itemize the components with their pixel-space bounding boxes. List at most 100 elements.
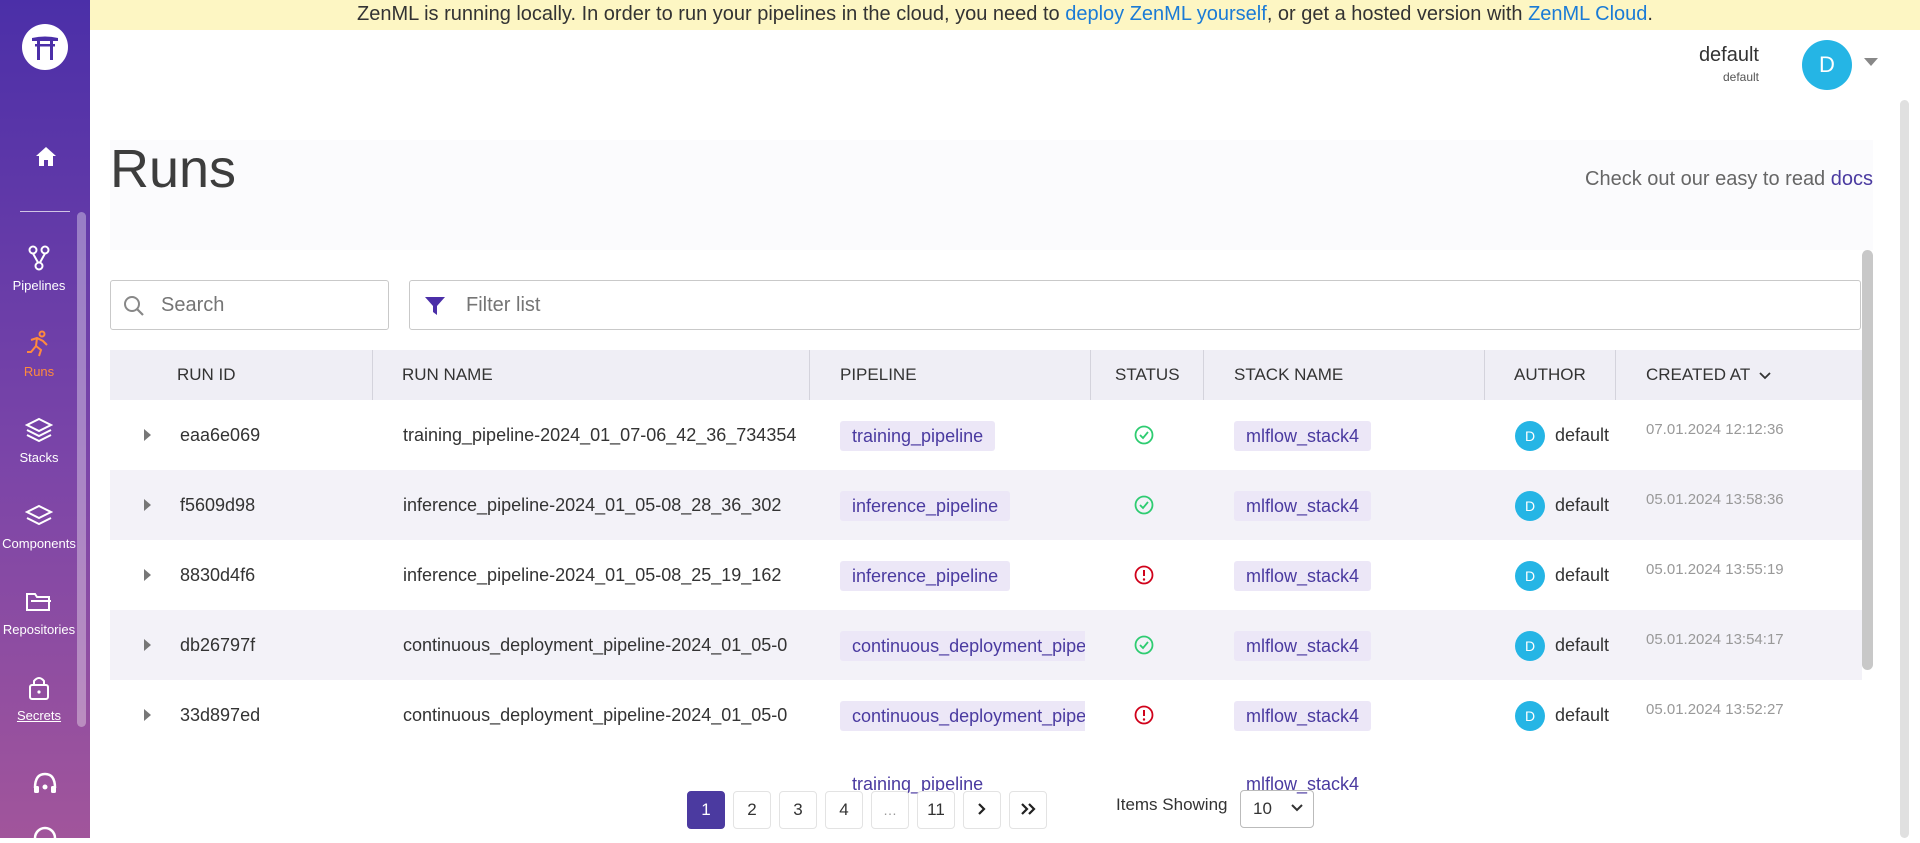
column-stack-name[interactable]: STACK NAME (1234, 350, 1343, 400)
author-avatar: D (1515, 491, 1545, 522)
expand-row-icon[interactable] (144, 429, 151, 441)
page-title: Runs (110, 139, 237, 199)
author-cell: Ddefault (1515, 680, 1615, 750)
table-row[interactable]: eaa6e069 training_pipeline-2024_01_07-06… (110, 400, 1862, 470)
page-11-button[interactable]: 11 (917, 791, 955, 829)
local-banner: ZenML is running locally. In order to ru… (90, 0, 1920, 30)
user-name[interactable]: default (1699, 44, 1759, 67)
pipeline-tag[interactable]: inference_pipeline (840, 491, 1011, 522)
table-row[interactable]: 8830d4f6 inference_pipeline-2024_01_05-0… (110, 540, 1862, 610)
stack-cell: mlflow_stack4 (1234, 400, 1474, 470)
run-name[interactable]: training_pipeline-2024_01_07-06_42_36_73… (403, 400, 803, 470)
run-name[interactable]: inference_pipeline-2024_01_05-08_25_19_1… (403, 540, 803, 610)
column-author[interactable]: AUTHOR (1514, 350, 1586, 400)
pipelines-icon (28, 245, 50, 271)
sidebar-item-stacks[interactable]: Stacks (0, 416, 78, 465)
author-name: default (1555, 565, 1610, 585)
table-row[interactable]: f5609d98 inference_pipeline-2024_01_05-0… (110, 470, 1862, 540)
author-name: default (1555, 635, 1610, 655)
page-scrollbar[interactable] (1900, 100, 1909, 838)
last-page-button[interactable] (1009, 791, 1047, 829)
next-page-button[interactable] (963, 791, 1001, 829)
pipeline-tag[interactable]: inference_pipeline (840, 561, 1011, 592)
sidebar-item-repositories[interactable]: Repositories (0, 588, 78, 637)
docs-link[interactable]: docs (1831, 168, 1873, 190)
column-resizer[interactable] (1615, 350, 1616, 400)
pipeline-tag[interactable]: continuous_deployment_pipeline (840, 631, 1085, 662)
column-resizer[interactable] (1484, 350, 1485, 400)
run-name[interactable]: continuous_deployment_pipeline-2024_01_0… (403, 610, 803, 680)
created-at: 05.01.2024 13:54:17 (1646, 631, 1784, 648)
author-avatar: D (1515, 701, 1545, 732)
deploy-link[interactable]: deploy ZenML yourself (1065, 3, 1267, 25)
search-input[interactable] (161, 289, 371, 321)
created-at: 05.01.2024 13:58:36 (1646, 491, 1784, 508)
author-cell: Ddefault (1515, 610, 1615, 680)
run-name[interactable]: continuous_deployment_pipeline-2024_01_0… (403, 680, 803, 750)
sidebar-item-secrets[interactable]: Secrets (0, 674, 78, 723)
home-icon[interactable] (33, 144, 59, 175)
stack-tag[interactable]: mlflow_stack4 (1234, 491, 1372, 522)
stack-tag[interactable]: mlflow_stack4 (1234, 701, 1372, 732)
column-resizer[interactable] (372, 350, 373, 400)
sidebar-item-runs[interactable]: Runs (0, 330, 78, 379)
column-run-id[interactable]: RUN ID (177, 350, 236, 400)
expand-row-icon[interactable] (144, 709, 151, 721)
status-failed-icon (1134, 565, 1154, 585)
items-per-page-select[interactable]: 10 (1240, 790, 1314, 828)
page-4-button[interactable]: 4 (825, 791, 863, 829)
chevron-down-icon (1291, 804, 1303, 812)
filter-icon (425, 297, 445, 315)
banner-text: . (1647, 3, 1653, 25)
repositories-icon (26, 593, 51, 611)
table-row[interactable]: 33d897ed continuous_deployment_pipeline-… (110, 680, 1862, 750)
page-3-button[interactable]: 3 (779, 791, 817, 829)
page-2-button[interactable]: 2 (733, 791, 771, 829)
runs-icon (27, 330, 48, 357)
stack-tag[interactable]: mlflow_stack4 (1234, 421, 1372, 452)
stack-cell: mlflow_stack4 (1234, 680, 1474, 750)
sidebar-item-components[interactable]: Components (0, 502, 78, 551)
filter-field[interactable] (409, 280, 1861, 330)
column-resizer[interactable] (1203, 350, 1204, 400)
run-name[interactable]: inference_pipeline-2024_01_05-08_28_36_3… (403, 470, 803, 540)
table-scrollbar[interactable] (1862, 250, 1873, 670)
zenml-cloud-link[interactable]: ZenML Cloud (1528, 3, 1647, 25)
components-icon (25, 504, 53, 526)
column-resizer[interactable] (809, 350, 810, 400)
pipeline-cell: training_pipeline (840, 400, 1085, 470)
search-field[interactable] (110, 280, 389, 330)
sidebar-item-pipelines[interactable]: Pipelines (0, 244, 78, 293)
banner-text: ZenML is running locally. In order to ru… (357, 3, 1066, 25)
settings-icon[interactable] (31, 824, 59, 843)
column-status[interactable]: STATUS (1115, 350, 1180, 400)
zenml-logo[interactable] (22, 24, 68, 70)
stack-tag[interactable]: mlflow_stack4 (1234, 561, 1372, 592)
stack-tag[interactable]: mlflow_stack4 (1234, 631, 1372, 662)
chevron-down-icon[interactable] (1864, 58, 1878, 66)
search-icon (124, 296, 144, 316)
expand-row-icon[interactable] (144, 499, 151, 511)
pipeline-tag[interactable]: continuous_deployment_pipeline (840, 701, 1085, 732)
pipeline-tag[interactable]: training_pipeline (840, 421, 996, 452)
author-avatar: D (1515, 631, 1545, 662)
column-resizer[interactable] (1090, 350, 1091, 400)
author-name: default (1555, 495, 1610, 515)
expand-row-icon[interactable] (144, 639, 151, 651)
author-cell: Ddefault (1515, 540, 1615, 610)
filter-input[interactable] (466, 289, 1066, 321)
table-row[interactable]: db26797f continuous_deployment_pipeline-… (110, 610, 1862, 680)
sidebar-item-label: Secrets (16, 708, 62, 723)
support-icon[interactable] (31, 770, 59, 803)
sidebar-divider (20, 211, 70, 212)
column-created-at[interactable]: CREATED AT (1646, 350, 1771, 400)
author-cell: Ddefault (1515, 470, 1615, 540)
workspace-name: default (1722, 70, 1759, 84)
sidebar-scrollbar[interactable] (77, 212, 86, 727)
created-at: 05.01.2024 13:55:19 (1646, 561, 1784, 578)
page-1-button[interactable]: 1 (687, 791, 725, 829)
user-avatar[interactable]: D (1802, 40, 1852, 90)
column-pipeline[interactable]: PIPELINE (840, 350, 917, 400)
expand-row-icon[interactable] (144, 569, 151, 581)
column-run-name[interactable]: RUN NAME (402, 350, 493, 400)
